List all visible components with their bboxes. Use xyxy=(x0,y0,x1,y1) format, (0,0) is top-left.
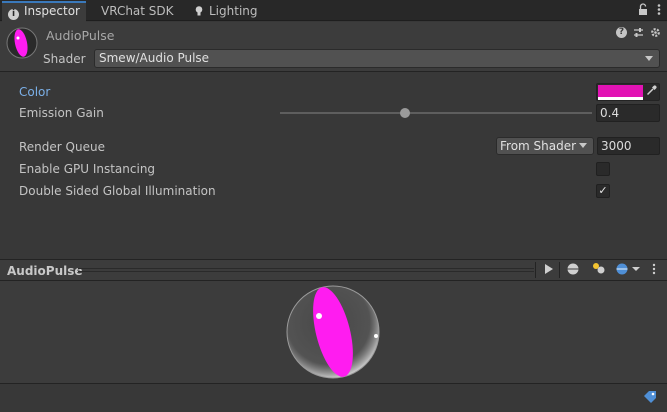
divider xyxy=(535,262,536,278)
preview-sphere xyxy=(286,285,380,379)
eyedropper-icon[interactable] xyxy=(644,85,658,99)
preview-toolbar: AudioPulse xyxy=(0,259,667,281)
material-preview[interactable] xyxy=(0,281,667,383)
tab-label: VRChat SDK xyxy=(101,4,174,18)
tab-bar: i Inspector VRChat SDK Lighting xyxy=(0,0,667,22)
preview-title: AudioPulse xyxy=(7,264,83,278)
chevron-down-icon xyxy=(579,143,587,148)
tab-lighting[interactable]: Lighting xyxy=(189,2,264,21)
gpu-instancing-label: Enable GPU Instancing xyxy=(19,162,156,176)
double-sided-gi-checkbox[interactable]: ✓ xyxy=(596,184,610,198)
tab-inspector[interactable]: i Inspector xyxy=(2,1,86,22)
render-queue-label: Render Queue xyxy=(19,140,105,154)
play-icon[interactable] xyxy=(538,262,558,278)
gpu-instancing-checkbox[interactable] xyxy=(596,162,610,176)
material-thumbnail xyxy=(6,27,38,59)
material-header: AudioPulse ? Shader Smew/Audio Pulse xyxy=(0,22,667,72)
shader-value: Smew/Audio Pulse xyxy=(99,51,210,65)
tab-vrchat-sdk[interactable]: VRChat SDK xyxy=(95,2,180,21)
color-swatch[interactable] xyxy=(598,85,643,97)
render-queue-dropdown-value: From Shader xyxy=(500,139,577,153)
menu-icon[interactable] xyxy=(647,262,661,278)
info-icon: i xyxy=(8,9,19,20)
help-icon[interactable]: ? xyxy=(616,27,627,38)
color-alpha-bar xyxy=(598,97,643,100)
lock-icon[interactable] xyxy=(638,3,648,16)
shader-label: Shader xyxy=(43,52,86,66)
preset-icon[interactable] xyxy=(633,27,644,38)
render-queue-input[interactable]: 3000 xyxy=(597,137,660,155)
material-properties: Color Emission Gain 0.4 Render Queue Fro… xyxy=(0,73,667,259)
color-field[interactable] xyxy=(596,83,660,101)
resize-grip[interactable] xyxy=(78,268,534,274)
status-bar xyxy=(0,383,667,412)
header-icons: ? xyxy=(616,27,661,38)
light-icon[interactable] xyxy=(589,262,609,278)
color-label: Color xyxy=(19,85,51,99)
emission-gain-input[interactable]: 0.4 xyxy=(596,104,660,122)
lightbulb-icon xyxy=(195,6,203,16)
chevron-down-icon xyxy=(645,56,653,61)
tab-label: Lighting xyxy=(209,4,258,18)
asset-label-icon[interactable] xyxy=(643,390,657,404)
tab-label: Inspector xyxy=(24,4,80,18)
shader-dropdown[interactable]: Smew/Audio Pulse xyxy=(94,49,660,68)
render-queue-dropdown[interactable]: From Shader xyxy=(496,137,594,155)
sphere-shape-icon[interactable] xyxy=(563,262,583,278)
material-name: AudioPulse xyxy=(46,28,115,43)
emission-gain-slider[interactable] xyxy=(280,108,592,118)
environment-icon[interactable] xyxy=(613,262,643,278)
double-sided-gi-label: Double Sided Global Illumination xyxy=(19,184,216,198)
divider xyxy=(559,262,560,278)
tab-toolbar xyxy=(638,3,661,19)
slider-handle[interactable] xyxy=(399,108,410,118)
kebab-menu-icon[interactable] xyxy=(657,3,661,16)
emission-gain-label: Emission Gain xyxy=(19,106,104,120)
settings-icon[interactable] xyxy=(650,27,661,38)
